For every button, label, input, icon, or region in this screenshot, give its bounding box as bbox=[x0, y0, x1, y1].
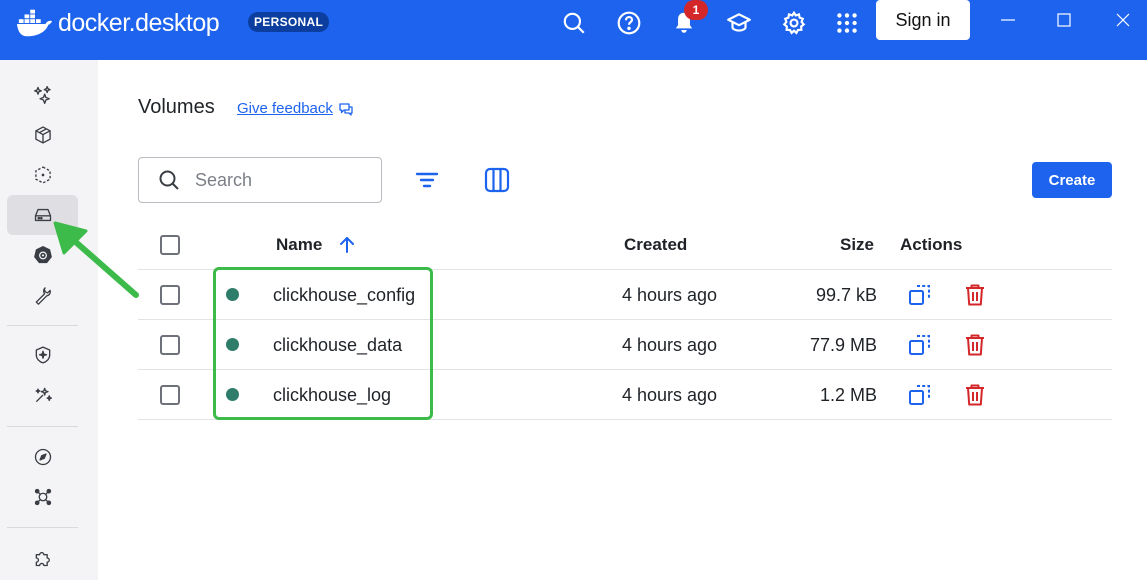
feedback-chat-icon bbox=[339, 102, 353, 116]
volume-size: 77.9 MB bbox=[809, 335, 877, 355]
filter-lines-icon bbox=[415, 172, 439, 188]
clone-volume-button[interactable] bbox=[906, 331, 934, 359]
close-window-icon[interactable] bbox=[1113, 10, 1133, 30]
columns-button[interactable] bbox=[481, 164, 513, 196]
learning-center-icon[interactable] bbox=[725, 9, 753, 37]
brand-docker: docker bbox=[58, 8, 129, 37]
volume-created: 4 hours ago bbox=[622, 385, 718, 405]
help-icon[interactable] bbox=[615, 9, 643, 37]
annotation-highlight-box bbox=[213, 267, 433, 420]
give-feedback-link[interactable]: Give feedback bbox=[237, 100, 354, 117]
sidebar-divider bbox=[7, 325, 78, 326]
clone-icon bbox=[909, 335, 930, 355]
clone-icon bbox=[909, 385, 930, 405]
clone-volume-button[interactable] bbox=[906, 381, 934, 409]
annotation-arrow-icon bbox=[53, 221, 139, 298]
top-bar: docker.desktop PERSONAL 1 Sign in bbox=[0, 0, 1147, 60]
delete-volume-button[interactable] bbox=[961, 281, 989, 309]
select-all-checkbox[interactable] bbox=[160, 235, 180, 255]
filter-button[interactable] bbox=[411, 164, 443, 196]
delete-volume-button[interactable] bbox=[961, 381, 989, 409]
sidebar-item-docs[interactable] bbox=[7, 437, 78, 477]
sidebar-divider bbox=[7, 426, 78, 427]
trash-icon bbox=[966, 384, 984, 406]
column-header-actions: Actions bbox=[900, 235, 963, 254]
columns-icon bbox=[484, 167, 510, 193]
trash-icon bbox=[966, 284, 984, 306]
sidebar-item-models[interactable] bbox=[7, 375, 78, 415]
compass-icon bbox=[34, 448, 51, 466]
puzzle-piece-icon bbox=[35, 551, 50, 567]
maximize-icon[interactable] bbox=[1054, 10, 1074, 30]
mcp-toolkit-icon bbox=[34, 488, 51, 506]
sidebar-item-docker-scout[interactable] bbox=[7, 335, 78, 375]
volume-created: 4 hours ago bbox=[622, 285, 718, 305]
apps-grid-icon[interactable] bbox=[833, 9, 861, 37]
row-checkbox[interactable] bbox=[160, 385, 180, 405]
container-cube-icon bbox=[34, 126, 51, 144]
images-cube-icon bbox=[34, 166, 51, 184]
page-title: Volumes bbox=[138, 96, 215, 118]
docker-whale-icon bbox=[16, 9, 53, 37]
volume-created: 4 hours ago bbox=[622, 335, 718, 355]
give-feedback-label: Give feedback bbox=[237, 100, 333, 117]
sidebar bbox=[0, 60, 98, 580]
column-header-name[interactable]: Name bbox=[276, 235, 322, 255]
sign-in-button[interactable]: Sign in bbox=[876, 0, 970, 40]
sidebar-item-mcp-toolkit[interactable] bbox=[7, 477, 78, 517]
volume-size: 1.2 MB bbox=[819, 385, 877, 405]
search-input[interactable] bbox=[195, 169, 365, 191]
column-header-created[interactable]: Created bbox=[624, 235, 687, 255]
brand-desktop: desktop bbox=[135, 8, 220, 37]
sidebar-item-extensions[interactable] bbox=[7, 538, 78, 578]
sparkle-icon bbox=[33, 86, 51, 105]
column-header-size[interactable]: Size bbox=[840, 235, 874, 255]
search-icon[interactable] bbox=[560, 9, 588, 37]
search-box[interactable] bbox=[138, 157, 382, 203]
clone-volume-button[interactable] bbox=[906, 281, 934, 309]
plan-badge: PERSONAL bbox=[248, 12, 330, 32]
scout-shield-icon bbox=[35, 346, 50, 364]
sidebar-item-ask-gordon[interactable] bbox=[7, 75, 78, 115]
models-icon bbox=[35, 387, 52, 403]
sidebar-item-images[interactable] bbox=[7, 155, 78, 195]
notification-count-badge: 1 bbox=[684, 0, 708, 20]
settings-gear-icon[interactable] bbox=[780, 9, 808, 37]
search-icon bbox=[159, 170, 179, 190]
clone-icon bbox=[909, 285, 930, 305]
volume-size: 99.7 kB bbox=[815, 285, 877, 305]
row-checkbox[interactable] bbox=[160, 285, 180, 305]
sidebar-item-containers[interactable] bbox=[7, 115, 78, 155]
trash-icon bbox=[966, 334, 984, 356]
delete-volume-button[interactable] bbox=[961, 331, 989, 359]
sidebar-divider bbox=[7, 527, 78, 528]
row-checkbox[interactable] bbox=[160, 335, 180, 355]
docker-desktop-logo: docker.desktop bbox=[16, 8, 220, 38]
create-volume-button[interactable]: Create bbox=[1032, 162, 1112, 198]
minimize-icon[interactable] bbox=[998, 10, 1018, 30]
sort-ascending-arrow-icon[interactable] bbox=[337, 235, 357, 255]
